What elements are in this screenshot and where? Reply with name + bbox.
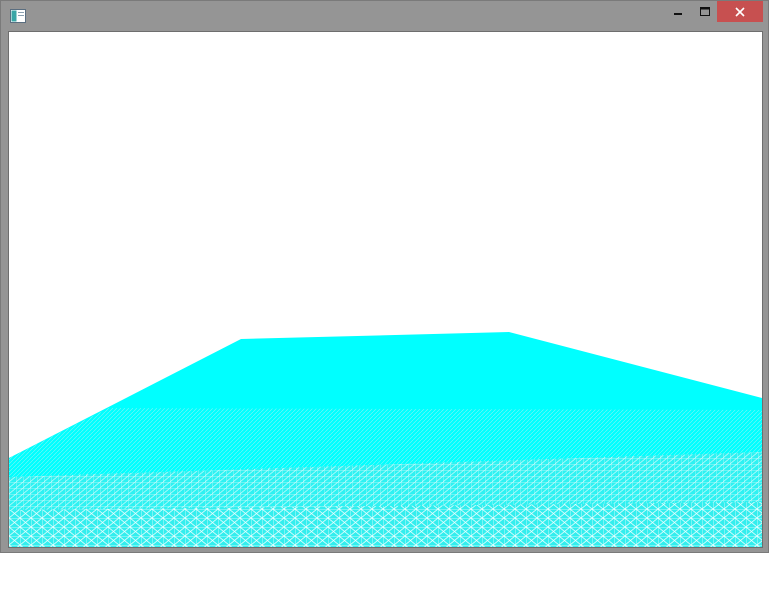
app-icon[interactable] (10, 9, 26, 23)
maximize-button[interactable] (691, 1, 718, 22)
close-button[interactable] (717, 1, 763, 22)
render-viewport[interactable] (8, 31, 763, 548)
maximize-icon (699, 6, 710, 16)
minimize-icon (673, 12, 682, 15)
close-icon (735, 6, 745, 17)
terrain-mesh (9, 332, 762, 547)
minimize-button[interactable] (663, 1, 692, 22)
title-bar[interactable] (1, 1, 768, 31)
app-window (0, 0, 769, 553)
